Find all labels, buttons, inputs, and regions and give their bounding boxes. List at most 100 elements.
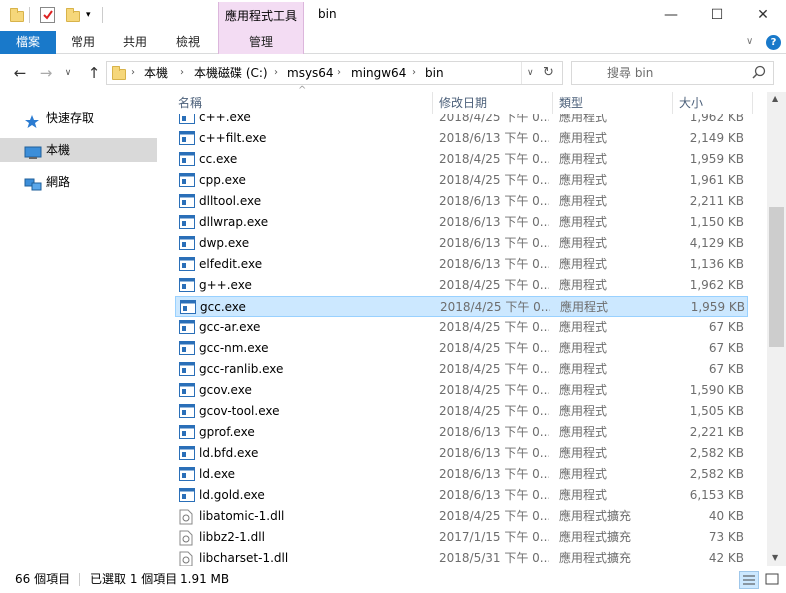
minimize-button[interactable]: — <box>648 0 694 31</box>
collapse-ribbon-icon[interactable]: ∨ <box>746 36 753 47</box>
file-row[interactable]: libatomic-1.dll 2018/4/25 下午 0... 應用程式擴充 40… <box>175 506 748 527</box>
vertical-scrollbar[interactable]: ▲ ▼ <box>767 92 786 566</box>
breadcrumb-separator-icon[interactable]: › <box>180 62 184 84</box>
selection-size: 1.91 MB <box>180 572 230 586</box>
file-row[interactable]: dwp.exe 2018/6/13 下午 0... 應用程式 4,129 KB <box>175 233 748 254</box>
column-divider[interactable] <box>432 92 433 114</box>
divider <box>29 7 30 23</box>
file-row[interactable]: gcc-nm.exe 2018/4/25 下午 0... 應用程式 67 KB <box>175 338 748 359</box>
file-row[interactable]: ld.bfd.exe 2018/6/13 下午 0... 應用程式 2,582 KB <box>175 443 748 464</box>
file-row[interactable]: ld.gold.exe 2018/6/13 下午 0... 應用程式 6,153 KB <box>175 485 748 506</box>
tab-share[interactable]: 共用 <box>112 31 158 54</box>
file-type: 應用程式 <box>559 488 608 502</box>
close-icon: ✕ <box>757 7 769 23</box>
file-name: gcc.exe <box>200 300 246 314</box>
file-row[interactable]: libbz2-1.dll 2017/1/15 下午 0... 應用程式擴充 73 KB <box>175 527 748 548</box>
search-box[interactable]: 搜尋 bin <box>571 61 774 85</box>
application-icon <box>179 257 195 271</box>
up-button[interactable]: ↑ <box>82 58 106 88</box>
breadcrumb-bin[interactable]: bin <box>425 62 444 84</box>
breadcrumb-separator-icon[interactable]: › <box>274 62 278 84</box>
file-type: 應用程式 <box>559 194 608 208</box>
address-bar[interactable]: › 本機 › 本機磁碟 (C:) › msys64 › mingw64 › bi… <box>106 61 563 85</box>
file-row[interactable]: elfedit.exe 2018/6/13 下午 0... 應用程式 1,136 KB <box>175 254 748 275</box>
recent-locations-button[interactable]: ∨ <box>60 58 76 88</box>
search-input[interactable]: 搜尋 bin <box>607 62 653 84</box>
file-row[interactable]: gprof.exe 2018/6/13 下午 0... 應用程式 2,221 KB <box>175 422 748 443</box>
file-size: 1,962 KB <box>689 278 744 292</box>
details-view-button[interactable] <box>739 571 759 589</box>
file-row[interactable]: gcc-ranlib.exe 2018/4/25 下午 0... 應用程式 67 KB <box>175 359 748 380</box>
breadcrumb-separator-icon[interactable]: › <box>337 62 341 84</box>
file-list: c++.exe 2018/4/25 下午 0... 應用程式 1,962 KB c++f… <box>170 114 766 566</box>
tab-file[interactable]: 檔案 <box>0 31 56 54</box>
dll-file-icon <box>179 530 195 546</box>
application-icon <box>179 446 195 460</box>
breadcrumb-separator-icon[interactable]: › <box>412 62 416 84</box>
customize-toolbar-icon[interactable]: ▾ <box>86 10 91 20</box>
file-size: 1,962 KB <box>689 114 744 124</box>
file-date: 2018/6/13 下午 0... <box>439 194 549 208</box>
file-row[interactable]: gcov.exe 2018/4/25 下午 0... 應用程式 1,590 KB <box>175 380 748 401</box>
file-row[interactable]: ld.exe 2018/6/13 下午 0... 應用程式 2,582 KB <box>175 464 748 485</box>
breadcrumb-separator-icon[interactable]: › <box>131 62 135 84</box>
column-divider[interactable] <box>672 92 673 114</box>
file-row[interactable]: cc.exe 2018/4/25 下午 0... 應用程式 1,959 KB <box>175 149 748 170</box>
file-row[interactable]: g++.exe 2018/4/25 下午 0... 應用程式 1,962 KB <box>175 275 748 296</box>
file-date: 2018/6/13 下午 0... <box>439 425 549 439</box>
file-row[interactable]: cpp.exe 2018/4/25 下午 0... 應用程式 1,961 KB <box>175 170 748 191</box>
tab-home[interactable]: 常用 <box>60 31 106 54</box>
file-type: 應用程式 <box>559 425 608 439</box>
large-icons-view-button[interactable] <box>763 571 783 589</box>
column-divider[interactable] <box>752 92 753 114</box>
ribbon-tabs: 檔案 常用 共用 檢視 管理 ∨ ? <box>0 31 786 54</box>
column-name-header[interactable]: 名稱 <box>178 92 428 114</box>
file-row[interactable]: gcov-tool.exe 2018/4/25 下午 0... 應用程式 1,505 … <box>175 401 748 422</box>
help-icon[interactable]: ? <box>766 35 781 50</box>
file-date: 2018/4/25 下午 0... <box>440 300 550 314</box>
file-size: 1,961 KB <box>689 173 744 187</box>
address-history-icon[interactable]: ∨ <box>527 62 534 84</box>
back-button[interactable]: ← <box>8 58 32 88</box>
file-type: 應用程式 <box>559 152 608 166</box>
scroll-up-icon[interactable]: ▲ <box>772 94 778 103</box>
tab-view[interactable]: 檢視 <box>165 31 211 54</box>
properties-icon[interactable] <box>40 7 55 23</box>
forward-button[interactable]: → <box>34 58 58 88</box>
refresh-icon[interactable]: ↻ <box>543 62 554 84</box>
sidebar-item-this-pc[interactable]: 本機 <box>0 138 157 162</box>
file-date: 2018/4/25 下午 0... <box>439 509 549 523</box>
breadcrumb-mingw64[interactable]: mingw64 <box>351 62 406 84</box>
file-name: gcov.exe <box>199 383 252 397</box>
scrollbar-thumb[interactable] <box>769 207 784 347</box>
file-date: 2018/6/13 下午 0... <box>439 467 549 481</box>
new-folder-icon[interactable] <box>66 8 80 22</box>
column-size-header[interactable]: 大小 <box>679 92 749 114</box>
column-date-header[interactable]: 修改日期 <box>439 92 549 114</box>
breadcrumb-msys64[interactable]: msys64 <box>287 62 334 84</box>
file-size: 42 KB <box>708 551 744 565</box>
file-type: 應用程式 <box>559 114 608 124</box>
file-row[interactable]: libcharset-1.dll 2018/5/31 下午 0... 應用程式擴充 4… <box>175 548 748 566</box>
file-name: c++filt.exe <box>199 131 267 145</box>
maximize-button[interactable]: ☐ <box>694 0 740 31</box>
file-row[interactable]: gcc-ar.exe 2018/4/25 下午 0... 應用程式 67 KB <box>175 317 748 338</box>
file-name: gcc-ranlib.exe <box>199 362 284 376</box>
sidebar-item-network[interactable]: 網路 <box>0 170 157 194</box>
breadcrumb-this-pc[interactable]: 本機 <box>144 62 168 84</box>
file-row[interactable]: dllwrap.exe 2018/6/13 下午 0... 應用程式 1,150 KB <box>175 212 748 233</box>
close-button[interactable]: ✕ <box>740 0 786 31</box>
tab-manage[interactable]: 管理 <box>218 31 304 54</box>
file-row[interactable]: gcc.exe 2018/4/25 下午 0... 應用程式 1,959 KB <box>175 296 748 317</box>
column-type-header[interactable]: 類型 <box>559 92 669 114</box>
file-type: 應用程式 <box>560 300 609 314</box>
scroll-down-icon[interactable]: ▼ <box>772 553 778 562</box>
column-divider[interactable] <box>552 92 553 114</box>
file-row[interactable]: c++.exe 2018/4/25 下午 0... 應用程式 1,962 KB <box>175 114 748 128</box>
dll-file-icon <box>179 551 195 566</box>
file-date: 2018/6/13 下午 0... <box>439 215 549 229</box>
breadcrumb-local-disk[interactable]: 本機磁碟 (C:) <box>194 62 268 84</box>
file-row[interactable]: dlltool.exe 2018/6/13 下午 0... 應用程式 2,211 KB <box>175 191 748 212</box>
file-row[interactable]: c++filt.exe 2018/6/13 下午 0... 應用程式 2,149 KB <box>175 128 748 149</box>
sidebar-item-quick-access[interactable]: 快速存取 <box>0 106 157 130</box>
